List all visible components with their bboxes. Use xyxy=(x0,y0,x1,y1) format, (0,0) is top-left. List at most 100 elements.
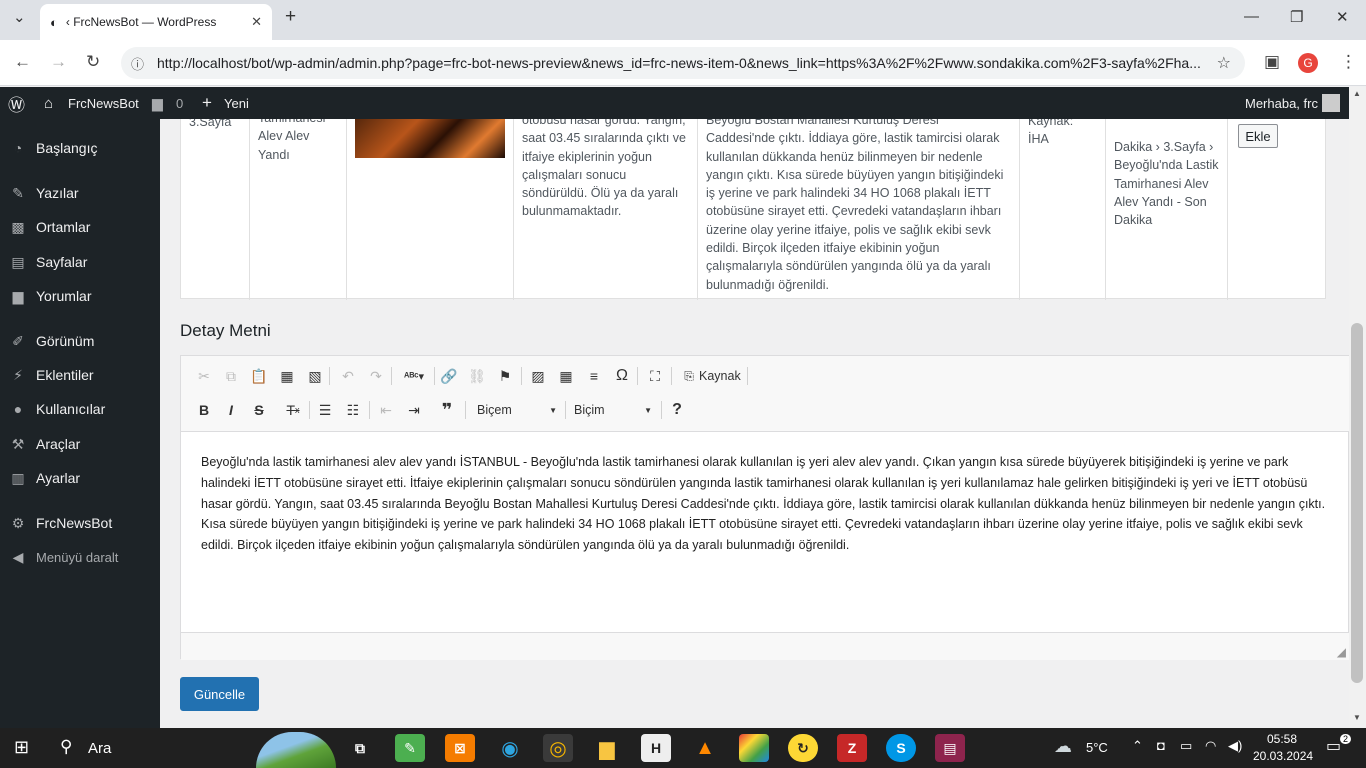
avatar[interactable] xyxy=(1322,87,1340,119)
maximize-icon[interactable]: ❐ xyxy=(1290,8,1303,26)
close-window-icon[interactable]: ✕ xyxy=(1336,8,1349,26)
add-button[interactable]: Ekle xyxy=(1238,124,1278,148)
resize-handle-icon[interactable]: ◢ xyxy=(1337,645,1346,659)
cut-icon[interactable]: ✂ xyxy=(192,364,216,388)
wifi-icon[interactable]: ◠ xyxy=(1205,738,1216,754)
app-chrome-icon[interactable]: ◎ xyxy=(543,734,573,762)
tab-list-icon[interactable]: ⌄ xyxy=(13,8,26,26)
source-icon[interactable]: ⎘ xyxy=(677,364,701,388)
source-button[interactable]: Kaynak xyxy=(699,369,741,383)
app-explorer-icon[interactable]: ▆ xyxy=(592,734,622,762)
image-icon[interactable]: ▨ xyxy=(526,364,550,388)
sidebar-item-comments[interactable]: ▆ Yorumlar xyxy=(0,279,160,313)
redo-icon[interactable]: ↷ xyxy=(364,364,388,388)
blockquote-icon[interactable]: ❞ xyxy=(435,398,459,422)
outdent-icon[interactable]: ⇤ xyxy=(374,398,398,422)
sidebar-item-plugins[interactable]: ⚡ Eklentiler xyxy=(0,358,160,392)
url-input[interactable]: ⓘ http://localhost/bot/wp-admin/admin.ph… xyxy=(121,47,1245,79)
sidebar-item-settings[interactable]: ▥ Ayarlar xyxy=(0,461,160,495)
paste-icon[interactable]: 📋 xyxy=(247,364,271,388)
undo-icon[interactable]: ↶ xyxy=(336,364,360,388)
strikethrough-icon[interactable]: S xyxy=(247,398,271,422)
sidebar-item-dashboard[interactable]: ◔ Başlangıç xyxy=(0,131,160,165)
app-skype-icon[interactable]: S xyxy=(886,734,916,762)
comment-icon[interactable]: ▆ xyxy=(152,87,163,119)
greeting-link[interactable]: Merhaba, frc xyxy=(1245,87,1318,119)
taskbar-search[interactable]: Ara xyxy=(88,740,111,757)
reload-icon[interactable]: ↻ xyxy=(86,52,100,72)
sidebar-item-users[interactable]: ● Kullanıcılar xyxy=(0,392,160,426)
indent-icon[interactable]: ⇥ xyxy=(402,398,426,422)
plus-icon[interactable]: + xyxy=(202,87,212,119)
comment-count[interactable]: 0 xyxy=(176,87,183,119)
update-button[interactable]: Güncelle xyxy=(180,677,259,711)
help-icon[interactable]: ? xyxy=(665,398,689,422)
tray-camera-icon[interactable]: ◘ xyxy=(1157,738,1165,753)
clock-time[interactable]: 05:58 xyxy=(1267,732,1297,746)
new-tab-icon[interactable]: + xyxy=(285,6,296,28)
bold-icon[interactable]: B xyxy=(192,398,216,422)
unlink-icon[interactable]: ⛓ xyxy=(465,364,489,388)
tray-chevron-icon[interactable]: ⌃ xyxy=(1132,738,1143,754)
minimize-icon[interactable]: — xyxy=(1244,8,1259,25)
bullet-list-icon[interactable]: ☷ xyxy=(341,398,365,422)
forward-icon[interactable]: → xyxy=(50,52,67,72)
app-edge-icon[interactable]: ◉ xyxy=(495,734,525,762)
paste-word-icon[interactable]: ▧ xyxy=(303,364,327,388)
remove-format-icon[interactable]: Tx xyxy=(281,398,305,422)
copy-icon[interactable]: ⧉ xyxy=(219,364,243,388)
page-scrollbar[interactable]: ▲ ▼ xyxy=(1349,87,1366,728)
home-icon[interactable]: ⌂ xyxy=(44,87,53,119)
battery-icon[interactable]: ▭ xyxy=(1180,738,1192,754)
close-tab-icon[interactable]: ✕ xyxy=(251,14,262,30)
app-notepad-icon[interactable]: ✎ xyxy=(395,734,425,762)
sidebar-item-posts[interactable]: ✎ Yazılar xyxy=(0,176,160,210)
sidebar-item-pages[interactable]: ▤ Sayfalar xyxy=(0,245,160,279)
profile-avatar[interactable]: G xyxy=(1298,53,1318,73)
new-content-link[interactable]: Yeni xyxy=(224,87,249,119)
app-paint-icon[interactable] xyxy=(739,734,769,762)
scroll-up-icon[interactable]: ▲ xyxy=(1353,89,1361,98)
side-panel-icon[interactable]: ▣ xyxy=(1264,52,1280,72)
maximize-editor-icon[interactable]: ⛶ xyxy=(643,364,667,388)
site-name-link[interactable]: FrcNewsBot xyxy=(68,87,139,119)
back-icon[interactable]: ← xyxy=(14,52,31,72)
app-h-icon[interactable]: H xyxy=(641,734,671,762)
app-sync-icon[interactable]: ↻ xyxy=(788,734,818,762)
format-dropdown[interactable]: Biçim ▼ xyxy=(574,398,652,422)
special-char-icon[interactable]: Ω xyxy=(610,364,634,388)
app-vlc-icon[interactable]: ▲ xyxy=(690,734,720,762)
search-icon[interactable]: ⚲ xyxy=(60,737,72,757)
browser-tab[interactable]: ◐ ‹ FrcNewsBot — WordPress ✕ xyxy=(40,4,272,40)
bookmark-star-icon[interactable]: ☆ xyxy=(1217,53,1231,73)
editor-body-text[interactable]: Beyoğlu'nda lastik tamirhanesi alev alev… xyxy=(201,452,1333,556)
sidebar-item-tools[interactable]: ⚒ Araçlar xyxy=(0,427,160,461)
table-icon[interactable]: ▦ xyxy=(554,364,578,388)
italic-icon[interactable]: I xyxy=(219,398,243,422)
notification-icon[interactable]: ▭ xyxy=(1326,736,1341,756)
spellcheck-icon[interactable]: ᴬᴮᶜ▾ xyxy=(399,364,429,388)
task-view-icon[interactable]: ⧉ xyxy=(345,734,375,762)
windows-start-icon[interactable]: ⊞ xyxy=(14,737,29,758)
paste-text-icon[interactable]: ▦ xyxy=(275,364,299,388)
app-xampp-icon[interactable]: ⊠ xyxy=(445,734,475,762)
numbered-list-icon[interactable]: ☰ xyxy=(313,398,337,422)
anchor-flag-icon[interactable]: ⚑ xyxy=(493,364,517,388)
sidebar-item-media[interactable]: ▩ Ortamlar xyxy=(0,210,160,244)
clock-date[interactable]: 20.03.2024 xyxy=(1253,749,1313,763)
site-info-icon[interactable]: ⓘ xyxy=(131,54,144,73)
scroll-down-icon[interactable]: ▼ xyxy=(1353,713,1361,722)
app-filezilla-icon[interactable]: Z xyxy=(837,734,867,762)
link-icon[interactable]: 🔗 xyxy=(437,364,461,388)
horizontal-line-icon[interactable]: ≡ xyxy=(582,364,606,388)
sidebar-item-frcnewsbot[interactable]: ⚙ FrcNewsBot xyxy=(0,506,160,540)
sidebar-collapse-menu[interactable]: ◀ Menüyü daralt xyxy=(0,540,160,574)
app-winrar-icon[interactable]: ▤ xyxy=(935,734,965,762)
weather-temp[interactable]: 5°C xyxy=(1086,740,1108,755)
style-dropdown[interactable]: Biçem ▼ xyxy=(477,398,557,422)
wordpress-logo-icon[interactable]: Ⓦ xyxy=(8,87,25,119)
volume-icon[interactable]: ◀) xyxy=(1228,738,1242,754)
scrollbar-thumb[interactable] xyxy=(1351,323,1363,683)
sidebar-item-appearance[interactable]: ✐ Görünüm xyxy=(0,324,160,358)
weather-icon[interactable]: ☁ xyxy=(1054,736,1072,757)
